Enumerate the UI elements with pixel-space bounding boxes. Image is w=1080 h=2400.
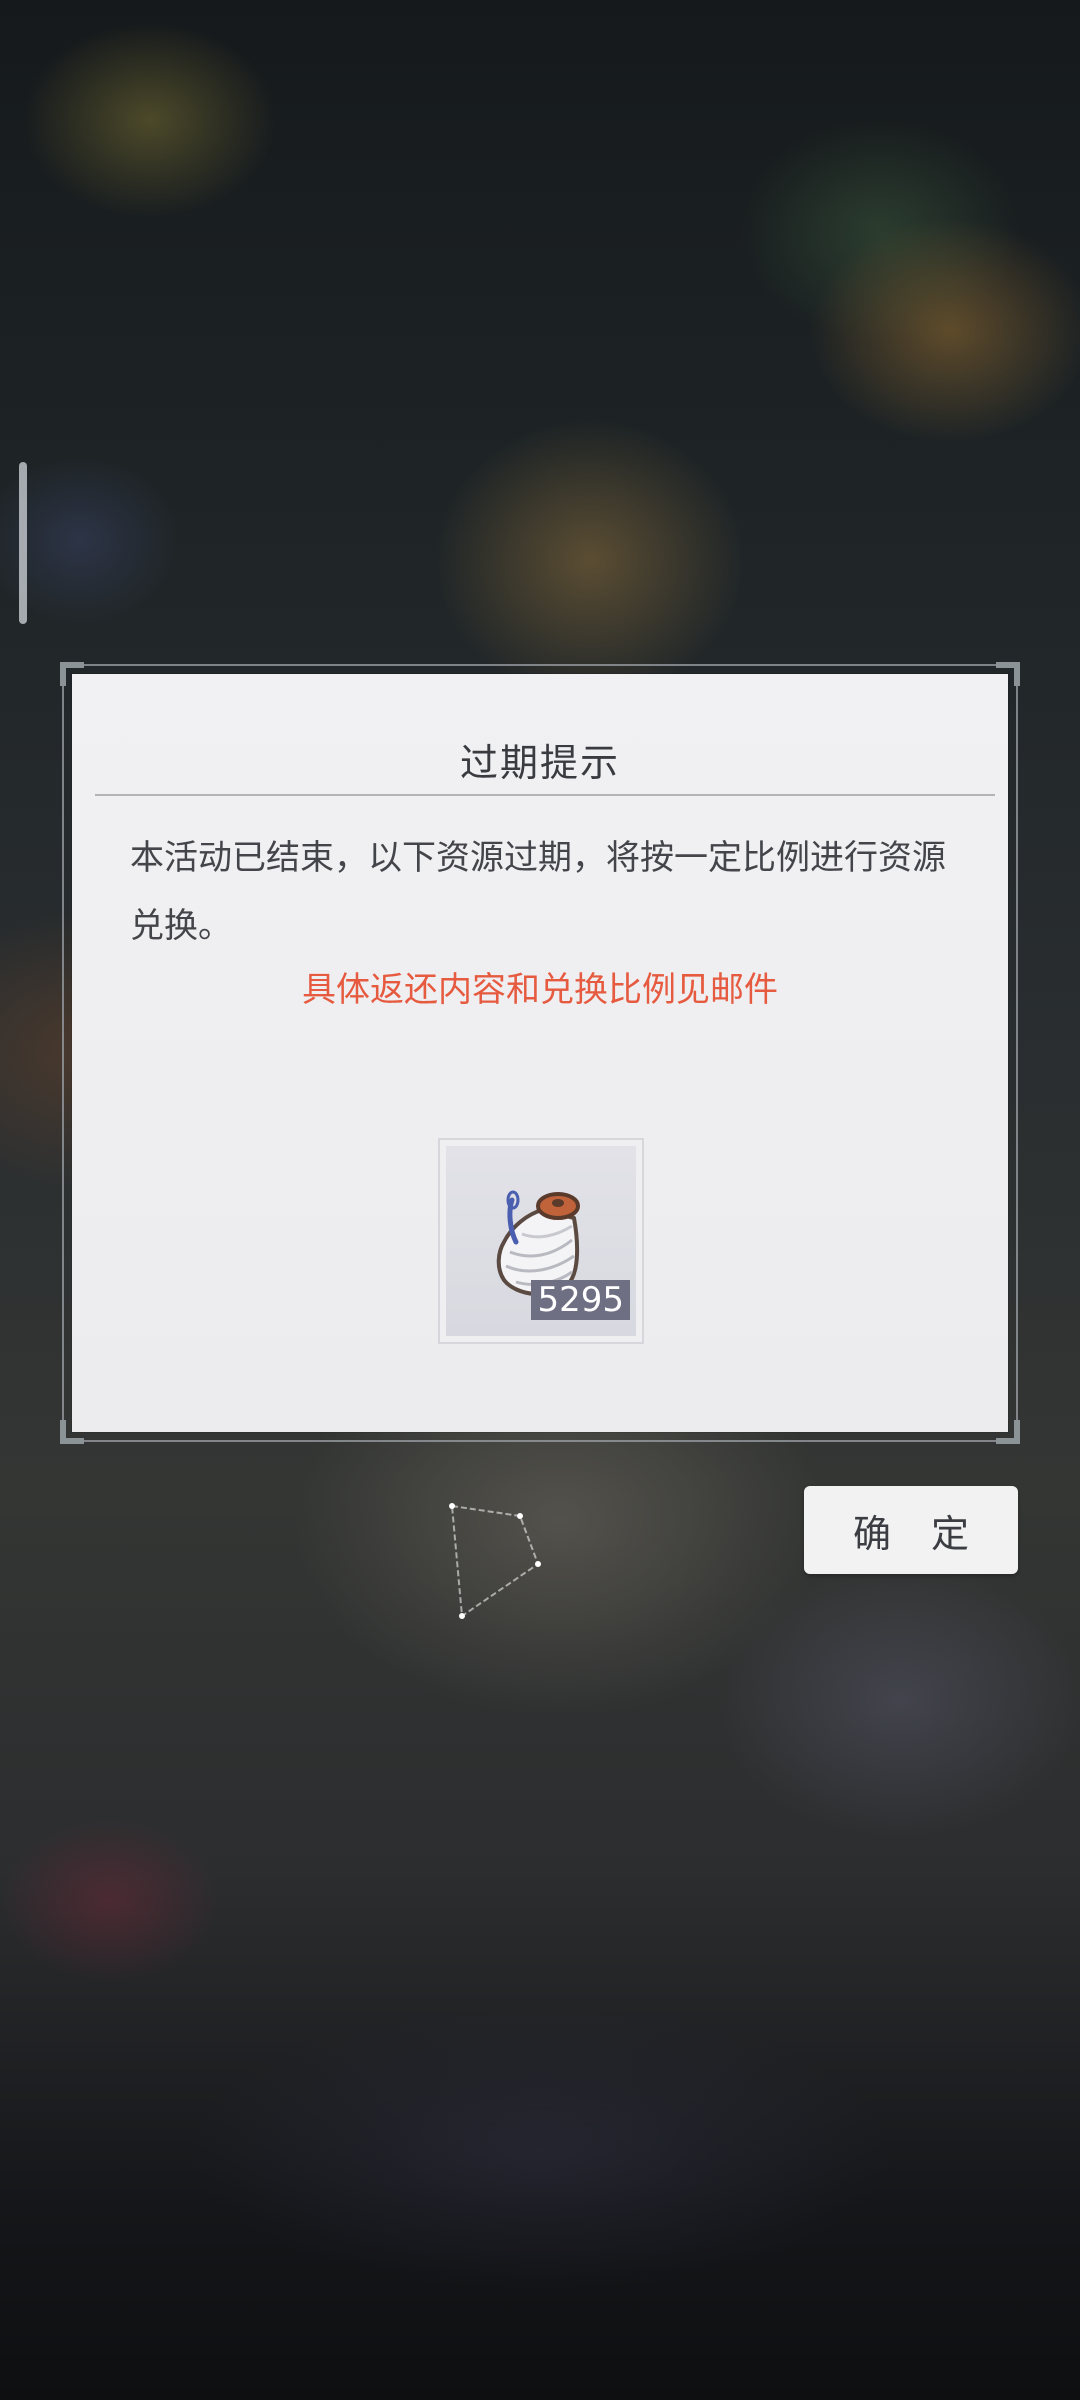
expiration-dialog: 过期提示 本活动已结束，以下资源过期，将按一定比例进行资源兑换。 具体返还内容和… [60,662,1020,1444]
mail-notice-text: 具体返还内容和兑换比例见邮件 [302,970,778,1010]
scroll-indicator [19,462,27,624]
item-slot-background: 5295 [446,1146,636,1336]
item-slot[interactable]: 5295 [438,1138,644,1344]
dialog-title: 过期提示 [459,741,620,785]
confirm-button[interactable]: 确 定 [804,1486,1018,1574]
dialog-message: 本活动已结束，以下资源过期，将按一定比例进行资源兑换。 [130,838,946,946]
title-divider [95,794,995,796]
constellation-decoration [449,1503,541,1619]
item-count-badge: 5295 [531,1280,630,1320]
dialog-panel: 过期提示 本活动已结束，以下资源过期，将按一定比例进行资源兑换。 具体返还内容和… [72,674,1008,1432]
